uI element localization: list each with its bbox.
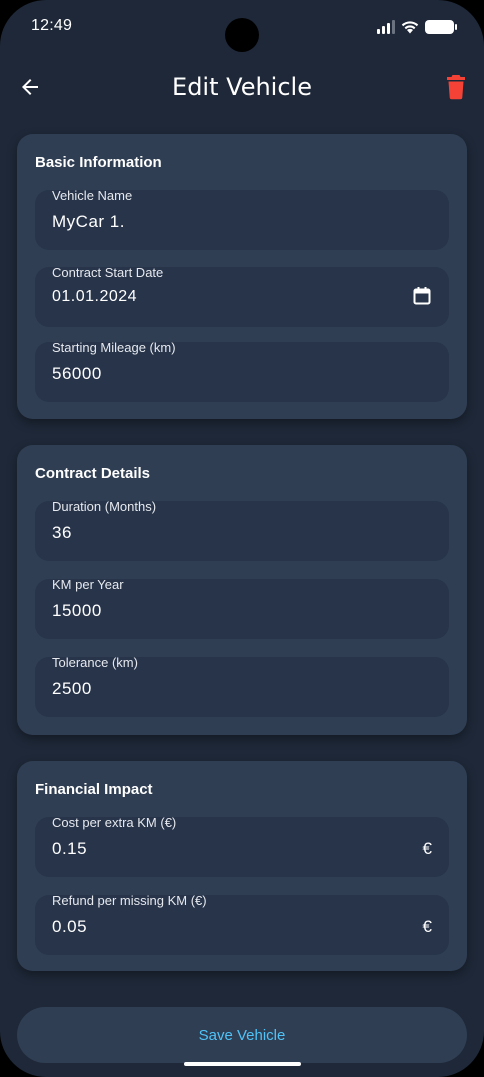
tolerance-field[interactable]: Tolerance (km) 2500: [35, 655, 449, 717]
status-time: 12:49: [31, 17, 73, 34]
euro-suffix: €: [422, 917, 432, 936]
field-label: Duration (Months): [52, 499, 157, 514]
field-label: Starting Mileage (km): [52, 340, 176, 355]
trash-icon[interactable]: [444, 74, 468, 100]
contract-start-date-input[interactable]: 01.01.2024: [52, 288, 137, 306]
field-label: Cost per extra KM (€): [52, 815, 177, 830]
km-per-year-field[interactable]: KM per Year 15000: [35, 577, 449, 639]
phone-screen: 12:49 Edit Vehicle Basic Information Veh…: [0, 0, 484, 1077]
refund-per-missing-km-input[interactable]: 0.05: [52, 917, 87, 937]
vehicle-name-field[interactable]: Vehicle Name MyCar 1.: [35, 188, 449, 250]
cost-per-extra-km-input[interactable]: 0.15: [52, 839, 87, 859]
card-title: Contract Details: [35, 465, 151, 482]
page-title: Edit Vehicle: [172, 73, 312, 101]
cost-per-extra-km-field[interactable]: Cost per extra KM (€) 0.15 €: [35, 815, 449, 877]
card-title: Basic Information: [35, 154, 162, 171]
contract-start-date-field[interactable]: Contract Start Date 01.01.2024: [35, 265, 449, 327]
refund-per-missing-km-field[interactable]: Refund per missing KM (€) 0.05 €: [35, 893, 449, 955]
field-label: Tolerance (km): [52, 655, 138, 670]
tolerance-input[interactable]: 2500: [52, 679, 92, 699]
basic-information-card: Basic Information Vehicle Name MyCar 1. …: [17, 134, 467, 419]
card-title: Financial Impact: [35, 781, 153, 798]
save-vehicle-button[interactable]: Save Vehicle: [17, 1007, 467, 1063]
duration-field[interactable]: Duration (Months) 36: [35, 499, 449, 561]
starting-mileage-field[interactable]: Starting Mileage (km) 56000: [35, 340, 449, 402]
euro-suffix: €: [422, 839, 432, 858]
vehicle-name-input[interactable]: MyCar 1.: [52, 212, 125, 232]
wifi-icon: [401, 21, 419, 34]
field-label: KM per Year: [52, 577, 124, 592]
status-bar: 12:49: [0, 0, 484, 56]
field-label: Vehicle Name: [52, 188, 133, 203]
field-label: Refund per missing KM (€): [52, 893, 207, 908]
km-per-year-input[interactable]: 15000: [52, 601, 102, 621]
app-bar: Edit Vehicle: [0, 62, 484, 112]
calendar-icon[interactable]: [412, 286, 432, 306]
contract-details-card: Contract Details Duration (Months) 36 KM…: [17, 445, 467, 735]
home-indicator: [184, 1062, 301, 1066]
battery-icon: [425, 20, 457, 34]
status-icons: [377, 18, 457, 36]
starting-mileage-input[interactable]: 56000: [52, 364, 102, 384]
signal-icon: [377, 20, 395, 34]
duration-input[interactable]: 36: [52, 523, 72, 543]
financial-impact-card: Financial Impact Cost per extra KM (€) 0…: [17, 761, 467, 971]
camera-cutout: [225, 18, 259, 52]
field-label: Contract Start Date: [52, 265, 164, 280]
